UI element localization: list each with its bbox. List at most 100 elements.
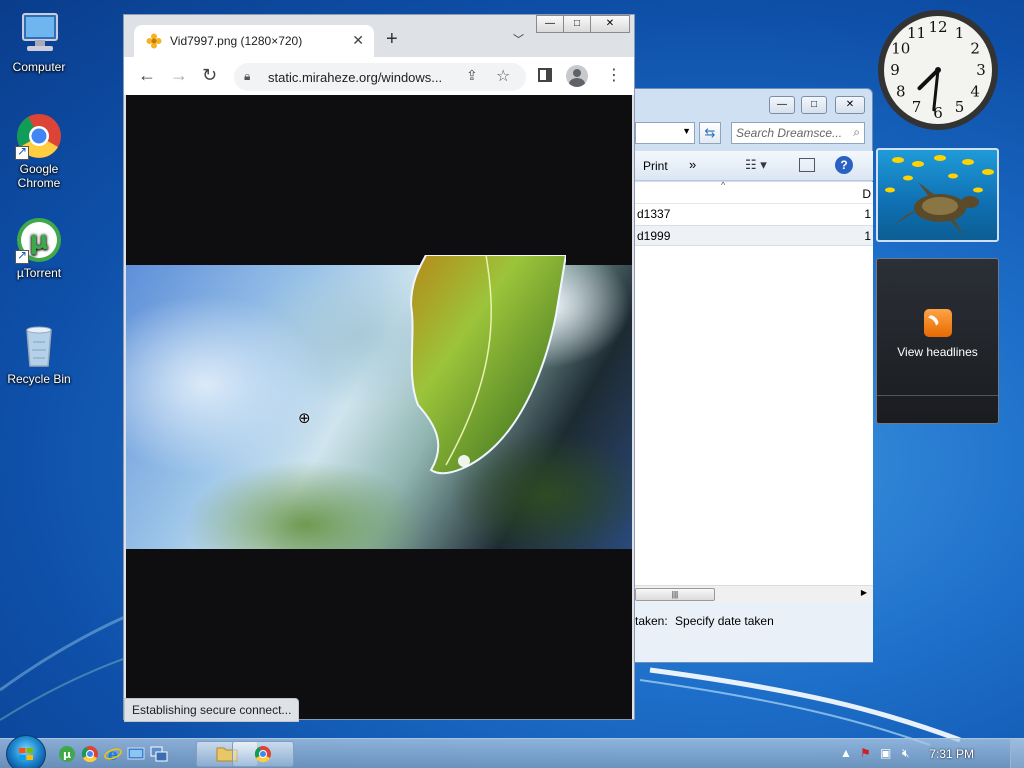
window-controls: — □ ✕ — [536, 15, 630, 33]
clock-numeral: 7 — [912, 98, 922, 116]
volume-muted-icon[interactable]: 🔇︎ — [902, 746, 910, 761]
action-center-flag-icon[interactable]: ⚑ — [860, 746, 871, 760]
chrome-icon[interactable] — [81, 745, 99, 763]
desktop-icon-label: µTorrent — [16, 266, 62, 280]
image-viewport[interactable]: ⊕ — [126, 95, 632, 719]
maximize-button[interactable]: □ — [563, 15, 591, 33]
more-menu-icon[interactable]: ⋮ — [606, 65, 622, 85]
svg-text:e: e — [108, 745, 118, 763]
details-label: taken: — [635, 614, 668, 628]
feed-headlines-gadget[interactable]: View headlines — [876, 258, 999, 424]
zoom-in-cursor-icon: ⊕ — [298, 410, 311, 427]
internet-explorer-icon[interactable]: e — [104, 745, 122, 763]
minimize-button[interactable]: — — [536, 15, 564, 33]
svg-text:µ: µ — [63, 748, 71, 761]
sort-caret-icon: ^ — [721, 180, 726, 190]
desktop-icon-computer[interactable]: Computer — [4, 10, 74, 74]
clock-numeral: 10 — [891, 40, 910, 58]
flower-favicon-icon — [146, 33, 162, 49]
chrome-icon — [254, 746, 271, 763]
recycle-bin-icon — [15, 322, 63, 370]
details-pane: taken: Specify date taken — [635, 602, 873, 662]
bookmark-star-icon[interactable]: ☆ — [496, 66, 510, 86]
desktop-icon-label: Computer — [12, 60, 66, 74]
svg-text:µ: µ — [29, 226, 48, 256]
status-bubble: Establishing secure connect... — [124, 698, 300, 722]
explorer-window[interactable]: — □ ✕ ▼ ⇆ Search Dreamsce... ⌕ Print » ☷… — [620, 88, 873, 663]
rss-icon — [923, 309, 952, 337]
close-tab-icon[interactable]: ✕ — [352, 32, 364, 49]
address-bar[interactable]: 🔒︎ static.miraheze.org/windows... ⇪ ☆ — [234, 63, 526, 91]
desktop-icon-label: Google Chrome — [17, 162, 61, 190]
scroll-right-icon[interactable]: ▶ — [861, 588, 867, 597]
new-tab-button[interactable]: + — [386, 28, 398, 51]
computer-icon — [15, 10, 63, 58]
view-headlines-link[interactable]: View headlines — [877, 345, 998, 359]
list-item[interactable]: d1337 1 — [635, 204, 873, 225]
explorer-maximize-button[interactable]: □ — [801, 96, 827, 114]
file-list-header[interactable]: ^ D — [635, 180, 873, 204]
tab-image[interactable]: Vid7997.png (1280×720) ✕ — [134, 25, 374, 57]
explorer-minimize-button[interactable]: — — [769, 96, 795, 114]
share-icon[interactable]: ⇪ — [466, 67, 478, 84]
url-text: static.miraheze.org/windows... — [268, 70, 443, 85]
sea-turtle-image — [885, 155, 994, 236]
file-list[interactable]: ^ D d1337 1 d1999 1 — [635, 180, 873, 585]
date-taken-field[interactable]: Specify date taken — [675, 614, 774, 628]
tab-search-chevron-icon[interactable]: ﹀ — [513, 31, 524, 47]
desktop-icon-recycle-bin[interactable]: Recycle Bin — [4, 322, 74, 386]
reload-icon[interactable]: ↻ — [202, 65, 217, 86]
forward-arrow-icon[interactable]: → — [170, 65, 188, 86]
clock-numeral: 2 — [970, 40, 980, 58]
help-icon[interactable]: ? — [835, 156, 853, 174]
explorer-refresh-button[interactable]: ⇆ — [699, 122, 721, 144]
explorer-toolbar: Print » ☷ ▾ ? — [635, 151, 873, 181]
chrome-toolbar: ← → ↻ 🔒︎ static.miraheze.org/windows... … — [124, 57, 634, 95]
profile-avatar[interactable] — [566, 65, 588, 87]
utorrent-icon[interactable]: µ — [58, 745, 76, 763]
close-button[interactable]: ✕ — [590, 15, 630, 33]
horizontal-scrollbar[interactable]: ||| ▶ — [635, 585, 873, 602]
side-panel-icon[interactable] — [538, 68, 552, 82]
back-arrow-icon[interactable]: ← — [138, 65, 156, 86]
clock-numeral: 3 — [976, 61, 986, 79]
more-commands-button[interactable]: » — [689, 157, 696, 172]
desktop-icon-chrome[interactable]: Google Chrome — [4, 112, 74, 190]
show-hidden-icons-arrow[interactable]: ▲ — [840, 746, 852, 760]
explorer-address-bar[interactable]: ▼ — [635, 122, 695, 144]
show-desktop-icon[interactable] — [127, 745, 145, 763]
list-item[interactable]: d1999 1 — [635, 225, 873, 246]
explorer-search-input[interactable]: Search Dreamsce... ⌕ — [731, 122, 865, 144]
desktop-icon-utorrent[interactable]: µ µTorrent — [4, 216, 74, 280]
network-icon[interactable]: ▣ — [880, 746, 891, 760]
list-item-name: d1999 — [637, 229, 671, 243]
change-view-button[interactable]: ☷ ▾ — [745, 157, 767, 173]
start-button[interactable] — [6, 735, 46, 768]
taskbar-chrome-button[interactable] — [232, 741, 294, 767]
clock-numeral: 1 — [955, 24, 965, 42]
refresh-icon: ⇆ — [704, 125, 716, 140]
tab-title: Vid7997.png (1280×720) — [170, 34, 303, 48]
clock-numeral: 5 — [955, 98, 965, 116]
chrome-window[interactable]: — □ ✕ Vid7997.png (1280×720) ✕ + ﹀ ← → ↻… — [123, 14, 635, 722]
lock-icon[interactable]: 🔒︎ — [244, 69, 250, 84]
chrome-icon — [15, 112, 63, 160]
slideshow-gadget[interactable] — [876, 148, 999, 242]
preview-pane-icon[interactable] — [799, 158, 815, 172]
dropdown-arrow-icon[interactable]: ▼ — [682, 126, 691, 136]
clock-numeral: 8 — [896, 83, 906, 101]
scrollbar-thumb[interactable]: ||| — [635, 588, 715, 601]
clock-numeral: 4 — [970, 83, 980, 101]
list-item-name: d1337 — [637, 207, 671, 221]
print-button[interactable]: Print — [643, 159, 668, 173]
leaf-photo[interactable] — [126, 255, 632, 549]
clock-gadget[interactable]: 12 1234567891011 — [876, 8, 1000, 132]
leaf-image — [409, 255, 566, 475]
show-desktop-button[interactable] — [1010, 739, 1024, 768]
switch-windows-icon[interactable] — [150, 745, 168, 763]
list-item-value: 1 — [864, 207, 871, 221]
desktop-icon-label: Recycle Bin — [7, 372, 71, 386]
explorer-close-button[interactable]: ✕ — [835, 96, 865, 114]
clock-time[interactable]: 7:31 PM — [929, 747, 974, 761]
column-header[interactable]: D — [862, 187, 871, 201]
